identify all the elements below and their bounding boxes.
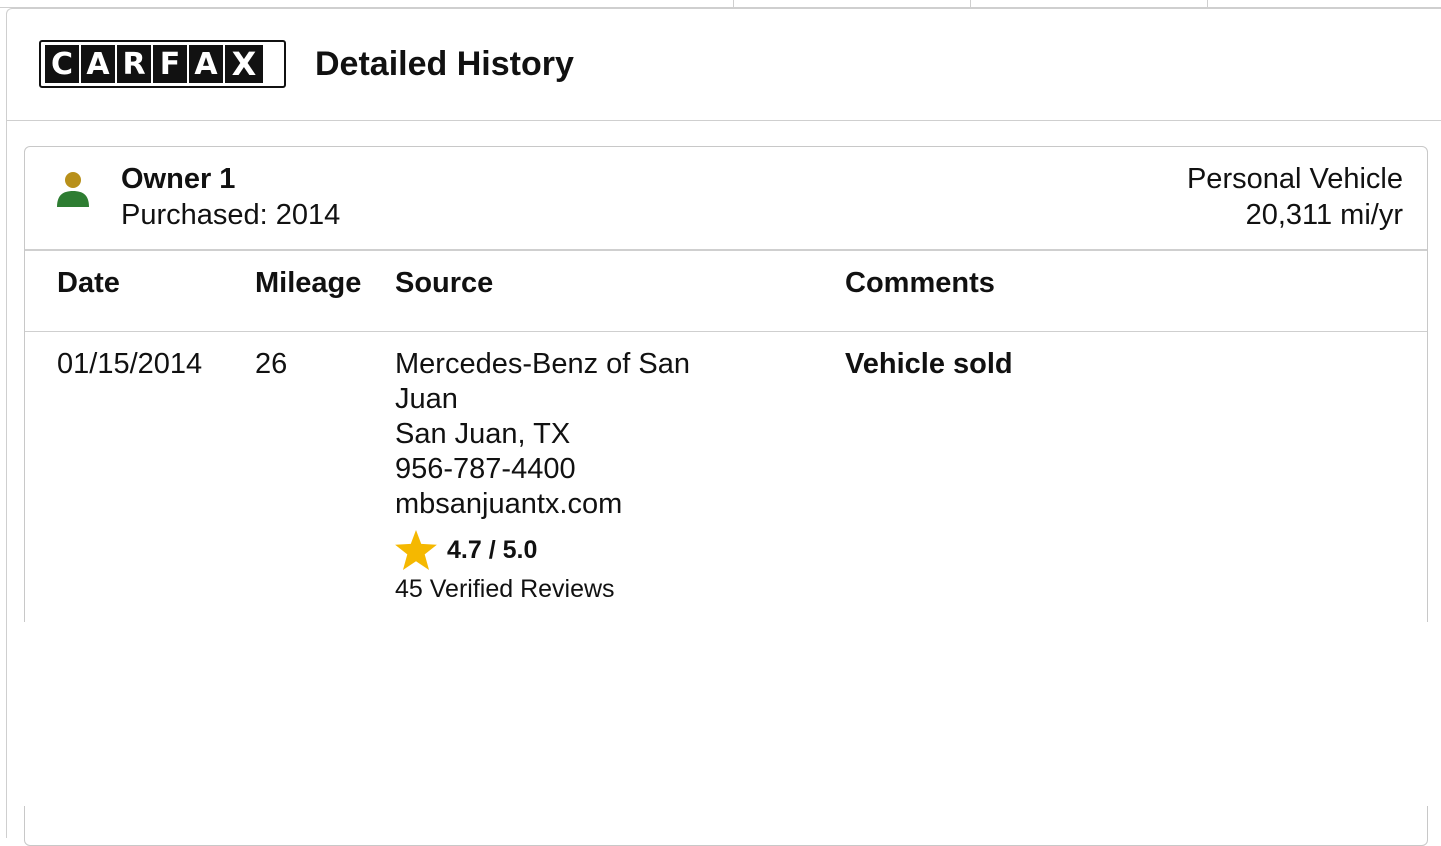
dealer-rating[interactable]: 4.7 / 5.0 [395, 530, 815, 570]
row-mileage: 26 [255, 348, 288, 380]
logo-letter: A [189, 45, 223, 83]
source-phone[interactable]: 956-787-4400 [395, 452, 815, 487]
frame-left-edge [6, 622, 7, 806]
tab-divider [733, 0, 734, 8]
vehicle-type: Personal Vehicle [1186, 163, 1403, 195]
column-header-mileage: Mileage [255, 267, 362, 299]
logo-letter: A [81, 45, 115, 83]
source-name: Mercedes-Benz of San [395, 348, 690, 380]
miles-per-year: 20,311 mi/yr [1245, 199, 1403, 231]
verified-reviews-link[interactable]: 45 Verified Reviews [395, 572, 815, 607]
tab-divider [1207, 0, 1208, 8]
logo-letter: X [225, 45, 263, 83]
column-header-date: Date [57, 267, 120, 299]
page-title: Detailed History [315, 45, 574, 83]
column-header-source: Source [395, 267, 494, 299]
report-header: C A R F A X Detailed History [7, 9, 1441, 121]
source-name-cont: Juan [395, 383, 458, 415]
page-blank-area [0, 622, 1441, 806]
person-icon [57, 172, 89, 207]
owner-summary: Owner 1 Purchased: 2014 Personal Vehicle… [25, 147, 1427, 251]
logo-letter: R [117, 45, 151, 83]
logo-letter: C [45, 45, 79, 83]
carfax-logo: C A R F A X [39, 40, 286, 88]
rating-value: 4.7 / 5.0 [447, 535, 538, 564]
row-source: Mercedes-Benz of San Juan San Juan, TX 9… [395, 347, 815, 607]
tab-divider [970, 0, 971, 8]
star-icon [395, 530, 437, 570]
top-tab-strip [0, 0, 1441, 8]
source-website-link[interactable]: mbsanjuantx.com [395, 487, 815, 522]
column-header-comments: Comments [845, 267, 995, 299]
row-date: 01/15/2014 [57, 348, 203, 380]
row-comment: Vehicle sold [845, 348, 1013, 380]
owner-name: Owner 1 [121, 163, 236, 195]
owner-purchased-year: Purchased: 2014 [121, 199, 341, 231]
header-divider [25, 331, 1427, 332]
source-location: San Juan, TX [395, 418, 571, 450]
logo-letter: F [153, 45, 187, 83]
